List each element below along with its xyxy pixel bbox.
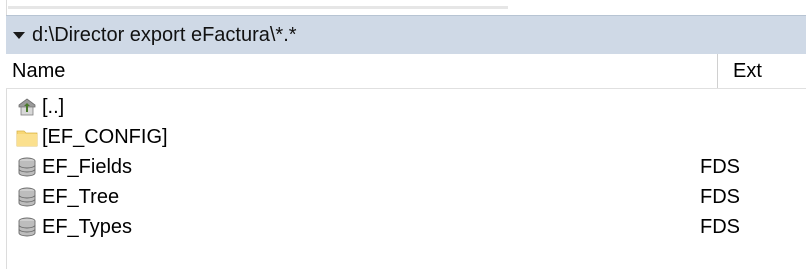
parent-folder-icon bbox=[16, 96, 38, 118]
file-list: [..] [EF_CONFIG] EF_Fields FDS EF_Tree F… bbox=[6, 92, 806, 242]
column-ext-header[interactable]: Ext bbox=[719, 54, 806, 88]
current-path: d:\Director export eFactura\*.* bbox=[32, 23, 297, 46]
database-icon bbox=[16, 156, 38, 178]
list-item-file[interactable]: EF_Types FDS bbox=[6, 212, 806, 242]
database-icon bbox=[16, 186, 38, 208]
list-item-folder[interactable]: [EF_CONFIG] bbox=[6, 122, 806, 152]
file-ext: FDS bbox=[700, 185, 740, 208]
column-header: Name Ext bbox=[6, 54, 806, 89]
database-icon bbox=[16, 216, 38, 238]
file-name: EF_Types bbox=[42, 215, 133, 238]
file-name: [..] bbox=[42, 95, 65, 118]
file-ext: FDS bbox=[700, 215, 740, 238]
folder-icon bbox=[16, 126, 38, 148]
top-strip bbox=[0, 0, 806, 14]
top-accent-bar bbox=[8, 6, 508, 9]
file-name: EF_Tree bbox=[42, 185, 120, 208]
list-item-file[interactable]: EF_Tree FDS bbox=[6, 182, 806, 212]
chevron-down-icon[interactable] bbox=[6, 16, 32, 54]
file-name: EF_Fields bbox=[42, 155, 133, 178]
file-panel: d:\Director export eFactura\*.* Name Ext… bbox=[0, 0, 806, 269]
file-name: [EF_CONFIG] bbox=[42, 125, 168, 148]
list-item-file[interactable]: EF_Fields FDS bbox=[6, 152, 806, 182]
path-header[interactable]: d:\Director export eFactura\*.* bbox=[6, 15, 806, 55]
column-name-header[interactable]: Name bbox=[6, 54, 718, 88]
file-ext: FDS bbox=[700, 155, 740, 178]
list-item-parent[interactable]: [..] bbox=[6, 92, 806, 122]
